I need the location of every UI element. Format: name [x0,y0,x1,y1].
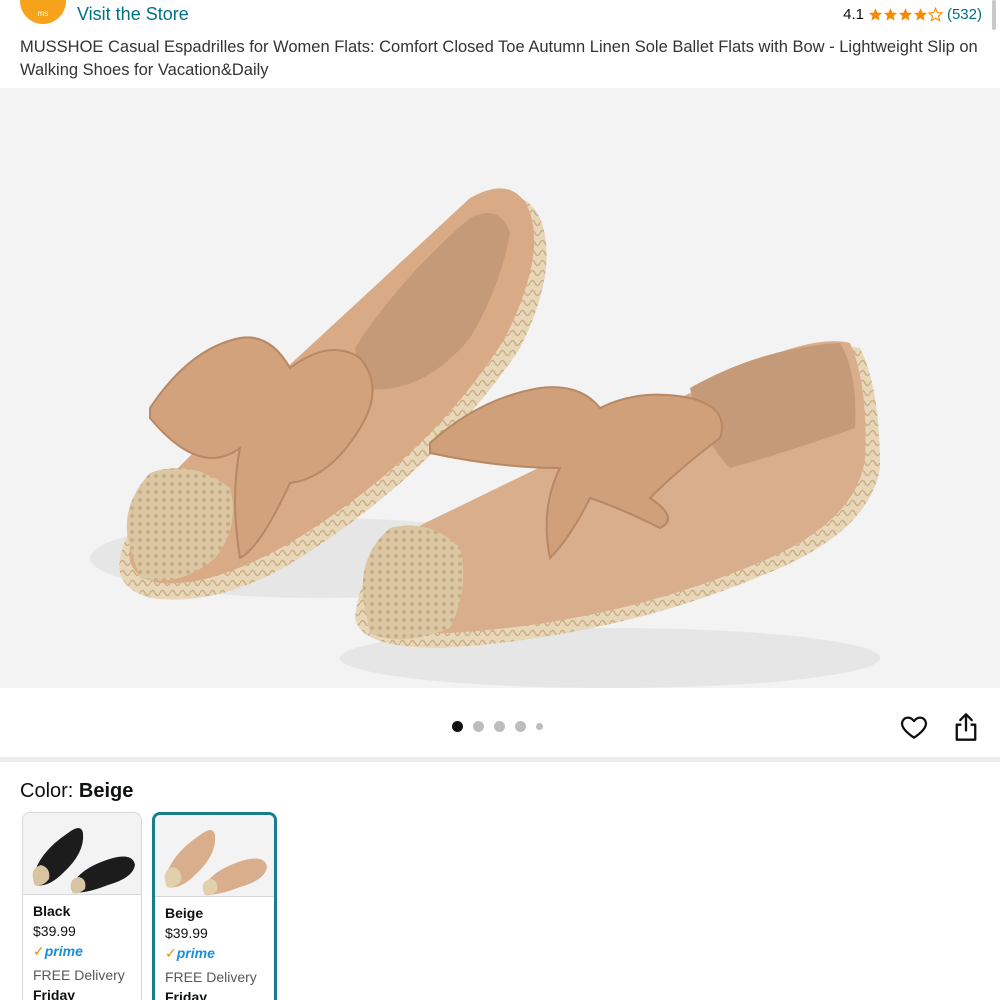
color-option-beige[interactable]: Beige $39.99 ✓prime FREE Delivery Friday [152,812,277,1000]
share-button[interactable] [952,712,980,742]
store-header: ms Visit the Store 4.1 (532) [0,0,1000,32]
color-option-black[interactable]: Black $39.99 ✓prime FREE Delivery Friday [22,812,142,1000]
swatch-delivery: FREE Delivery [165,969,257,985]
color-selected-value: Beige [78,780,134,802]
rating-count-link[interactable]: (532) [947,6,982,23]
swatch-name: Black [33,903,71,919]
product-title: MUSSHOE Casual Espadrilles for Women Fla… [20,38,978,79]
product-image[interactable] [0,88,1000,688]
pagination-dot[interactable] [494,721,505,732]
prime-label: prime [44,943,83,959]
scrollbar[interactable] [992,0,996,30]
rating-value: 4.1 [843,6,864,23]
swatch-delivery-day: Friday [33,987,76,1000]
rating[interactable]: 4.1 (532) [843,6,982,23]
heart-icon [901,716,927,739]
prime-badge: ✓prime [165,943,264,963]
swatch-delivery-day: Friday [165,989,208,1000]
star-full-icon [898,8,913,21]
star-full-icon [913,8,928,21]
visit-store-link[interactable]: Visit the Store [77,4,189,25]
prime-badge: ✓prime [33,941,131,961]
prime-label: prime [176,945,215,961]
prime-check-icon: ✓ [33,943,45,959]
espadrille-shoes-image [90,188,880,688]
prime-check-icon: ✓ [165,945,177,961]
pagination-dot[interactable] [515,721,526,732]
pagination-dot[interactable] [452,721,463,732]
swatch-name: Beige [165,905,204,921]
swatch-delivery: FREE Delivery [33,967,125,983]
image-pagination[interactable] [452,721,543,732]
star-full-icon [883,8,898,21]
color-label-prefix: Color: [20,780,74,802]
color-label: Color: Beige [20,780,133,803]
section-divider [0,757,1000,762]
store-logo[interactable]: ms [20,0,66,24]
swatch-price: $39.99 [165,925,208,941]
pagination-dot[interactable] [473,721,484,732]
star-full-icon [868,8,883,21]
swatch-image-beige [155,815,274,897]
share-icon [955,713,977,741]
swatch-image-black [23,813,141,895]
store-logo-text: ms [37,9,49,18]
wishlist-button[interactable] [899,712,929,742]
rating-stars [868,7,943,22]
star-empty-icon [927,7,943,22]
swatch-price: $39.99 [33,923,76,939]
pagination-dot[interactable] [536,723,543,730]
